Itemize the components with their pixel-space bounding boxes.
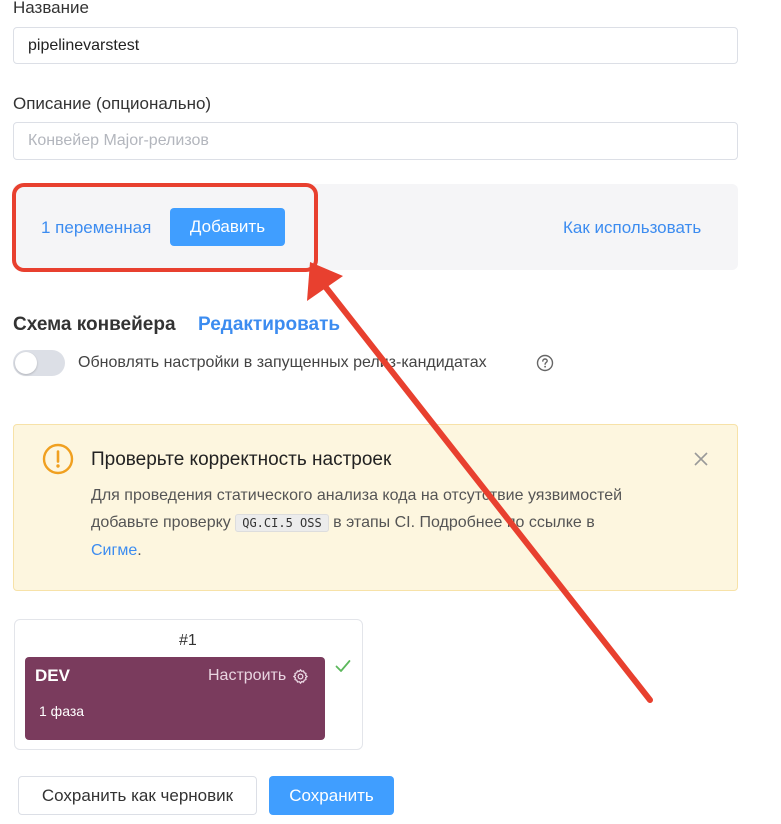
- description-placeholder: Конвейер Major-релизов: [28, 132, 209, 149]
- close-icon[interactable]: [694, 452, 708, 466]
- name-label: Название: [13, 0, 89, 17]
- stage-number: #1: [179, 632, 197, 649]
- schema-edit-link[interactable]: Редактировать: [198, 314, 340, 336]
- toggle-knob: [15, 352, 37, 374]
- alert-body: Для проведения статического анализа кода…: [91, 482, 721, 564]
- alert-title: Проверьте корректность настроек: [91, 449, 392, 470]
- name-input-value: pipelinevarstest: [28, 36, 140, 54]
- stage-configure-button[interactable]: Настроить: [208, 667, 309, 685]
- check-icon: [335, 659, 351, 673]
- question-circle-icon[interactable]: [536, 354, 554, 372]
- toggle-label: Обновлять настройки в запущенных релиз-к…: [78, 354, 487, 371]
- alert-line-2-text: добавьте проверку: [91, 514, 231, 531]
- alert-period: .: [137, 542, 142, 559]
- stage-phases: 1 фаза: [39, 703, 85, 719]
- update-settings-toggle[interactable]: [13, 350, 65, 376]
- highlight-box: [12, 183, 318, 272]
- warning-circle-icon: [42, 443, 74, 475]
- how-to-use-link[interactable]: Как использовать: [563, 218, 701, 238]
- name-input[interactable]: pipelinevarstest: [13, 27, 738, 64]
- sigma-link[interactable]: Сигме: [91, 542, 137, 559]
- check-code: QG.CI.5 OSS: [235, 514, 329, 532]
- description-input[interactable]: Конвейер Major-релизов: [13, 122, 738, 160]
- stage-configure-label: Настроить: [208, 667, 287, 684]
- alert-line-2-tail: в этапы CI. Подробнее по ссылке в: [333, 514, 595, 531]
- save-draft-button[interactable]: Сохранить как черновик: [18, 776, 257, 815]
- gear-icon: [292, 668, 309, 685]
- alert-line-2: добавьте проверку QG.CI.5 OSS в этапы CI…: [91, 509, 721, 537]
- schema-title: Схема конвейера: [13, 314, 176, 335]
- description-label: Описание (опционально): [13, 94, 212, 113]
- alert-line-1: Для проведения статического анализа кода…: [91, 487, 623, 504]
- stage-name: DEV: [35, 666, 70, 685]
- save-button[interactable]: Сохранить: [269, 776, 394, 815]
- alert-line-3: Сигме.: [91, 537, 721, 564]
